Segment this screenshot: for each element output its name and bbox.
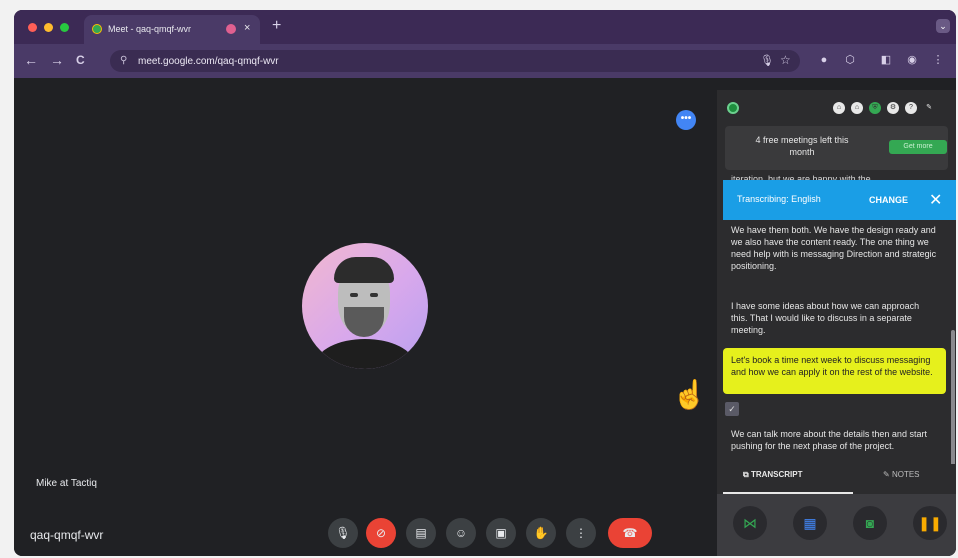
participant-name: Mike at Tactiq <box>36 478 97 489</box>
tactiq-logo-icon <box>727 102 739 114</box>
end-call-button[interactable]: ☎ <box>608 518 652 548</box>
meeting-code: qaq-qmqf-wvr <box>30 528 104 542</box>
emoji-button[interactable]: ☺ <box>446 518 476 548</box>
meeting-more-button[interactable]: ••• <box>676 110 696 130</box>
transcribing-language: Transcribing: English <box>737 194 821 204</box>
help-icon[interactable]: ? <box>905 102 917 114</box>
browser-toolbar: ← → C ⚲ meet.google.com/qaq-qmqf-wvr 🎙 ☆… <box>14 44 956 78</box>
transcript-scrollbar[interactable] <box>951 330 955 470</box>
meeting-stage: ••• Mike at Tactiq qaq-qmqf-wvr 🎙 ⊘ ▤ ☺ … <box>14 78 714 556</box>
tab-transcript[interactable]: ⧉ TRANSCRIPT <box>743 470 803 480</box>
highlighted-transcript[interactable]: Let's book a time next week to discuss m… <box>723 348 946 394</box>
browser-tab-meet[interactable]: Meet - qaq-qmqf-wvr × <box>84 15 260 44</box>
transcript-paragraph: I have some ideas about how we can appro… <box>731 301 920 335</box>
pause-icon: ❚❚ <box>918 515 942 531</box>
new-tab-icon[interactable]: + <box>272 17 281 35</box>
maximize-window-dot[interactable] <box>60 23 69 32</box>
transcript-icon: ⧉ <box>743 470 751 479</box>
extension-icon[interactable]: ● <box>818 54 830 66</box>
tab-transcript-label: TRANSCRIPT <box>750 470 803 479</box>
tab-title: Meet - qaq-qmqf-wvr <box>108 24 192 34</box>
share-icon: ⋈ <box>743 515 757 531</box>
site-info-icon[interactable]: ⚲ <box>120 55 127 66</box>
avatar-eye-left <box>350 293 358 297</box>
emoji-icon: ☺ <box>454 526 468 540</box>
change-language-button[interactable]: CHANGE <box>869 195 908 205</box>
screenshot-button[interactable]: ◙ <box>853 506 887 540</box>
upgrade-button[interactable]: Get more <box>889 140 947 154</box>
hand-cursor-icon: ☝ <box>672 379 707 410</box>
tab-notes[interactable]: ✎ NOTES <box>883 470 920 479</box>
avatar-eye-right <box>370 293 378 297</box>
tab-bar: Meet - qaq-qmqf-wvr × + ⌄ <box>14 10 956 44</box>
avatar-cap <box>334 257 394 283</box>
present-button[interactable]: ▣ <box>486 518 516 548</box>
panel-footer: ⋈ ▦ ◙ ❚❚ <box>717 494 956 556</box>
screenshot-icon: ◙ <box>865 515 875 531</box>
back-icon[interactable]: ← <box>24 52 38 68</box>
close-window-dot[interactable] <box>28 23 37 32</box>
minimize-window-dot[interactable] <box>44 23 53 32</box>
forward-icon[interactable]: → <box>50 52 64 68</box>
settings-icon[interactable]: ⚙ <box>887 102 899 114</box>
profile-avatar-icon[interactable]: ◉ <box>906 54 918 66</box>
avatar-beard <box>344 307 384 337</box>
raise-hand-button[interactable]: ✋ <box>526 518 556 548</box>
mic-icon: 🎙 <box>335 526 351 540</box>
bookmark-star-icon[interactable]: ☆ <box>780 53 791 67</box>
browser-window: Meet - qaq-qmqf-wvr × + ⌄ ← → C ⚲ meet.g… <box>14 10 956 556</box>
meet-favicon-icon <box>92 24 102 34</box>
close-banner-icon[interactable]: ✕ <box>929 190 942 210</box>
panel-tabs: ⧉ TRANSCRIPT ✎ NOTES <box>717 464 956 488</box>
browser-menu-icon[interactable]: ⋮ <box>932 54 944 66</box>
present-icon: ▣ <box>495 526 507 540</box>
notes-pencil-icon: ✎ <box>883 470 892 479</box>
language-banner: Transcribing: English CHANGE ✕ <box>723 180 956 220</box>
bookmark-icon[interactable]: ⌂ <box>851 102 863 114</box>
more-options-icon: ⋮ <box>575 526 587 540</box>
transcript-paragraph: We have them both. We have the design re… <box>731 225 937 271</box>
address-bar[interactable]: ⚲ meet.google.com/qaq-qmqf-wvr 🎙 ☆ <box>110 50 800 72</box>
mic-button[interactable]: 🎙 <box>328 518 358 548</box>
end-call-icon: ☎ <box>622 526 638 540</box>
side-panel-icon[interactable]: ◧ <box>880 54 892 66</box>
omnibox-mic-icon[interactable]: 🎙 <box>760 54 774 67</box>
home-icon[interactable]: ⌂ <box>833 102 845 114</box>
highlight-check-icon[interactable]: ✓ <box>725 402 739 416</box>
puzzle-extensions-icon[interactable]: ⬡ <box>844 54 856 66</box>
tab-close-icon[interactable]: × <box>244 22 250 34</box>
document-button[interactable]: ▦ <box>793 506 827 540</box>
transcript-paragraph: We can talk more about the details then … <box>731 429 927 451</box>
audio-playing-icon[interactable] <box>226 24 236 34</box>
document-icon: ▦ <box>803 515 817 531</box>
camera-off-icon: ⊘ <box>375 526 387 540</box>
share-button[interactable]: ⋈ <box>733 506 767 540</box>
panel-header: ⌂ ⌂ ⛨ ⚙ ? ✎ <box>717 90 956 126</box>
captions-icon: ▤ <box>415 526 427 540</box>
highlighted-text: Let's book a time next week to discuss m… <box>731 355 933 377</box>
shield-icon[interactable]: ⛨ <box>869 102 881 114</box>
free-meetings-promo: 4 free meetings left this month Get more <box>725 126 948 170</box>
captions-button[interactable]: ▤ <box>406 518 436 548</box>
transcript-side-panel: ⌂ ⌂ ⛨ ⚙ ? ✎ 4 free meetings left this mo… <box>717 90 956 556</box>
camera-toggle-button[interactable]: ⊘ <box>366 518 396 548</box>
reload-icon[interactable]: C <box>76 53 85 67</box>
raise-hand-icon: ✋ <box>533 526 549 540</box>
promo-text: 4 free meetings left this month <box>755 135 849 157</box>
pin-icon[interactable]: ✎ <box>923 102 935 114</box>
tab-search-icon[interactable]: ⌄ <box>936 19 950 33</box>
avatar-shirt <box>316 339 414 369</box>
url-text[interactable]: meet.google.com/qaq-qmqf-wvr <box>138 56 279 67</box>
participant-avatar <box>302 243 428 369</box>
tab-notes-label: NOTES <box>891 470 920 479</box>
pause-button[interactable]: ❚❚ <box>913 506 947 540</box>
more-options-button[interactable]: ⋮ <box>566 518 596 548</box>
